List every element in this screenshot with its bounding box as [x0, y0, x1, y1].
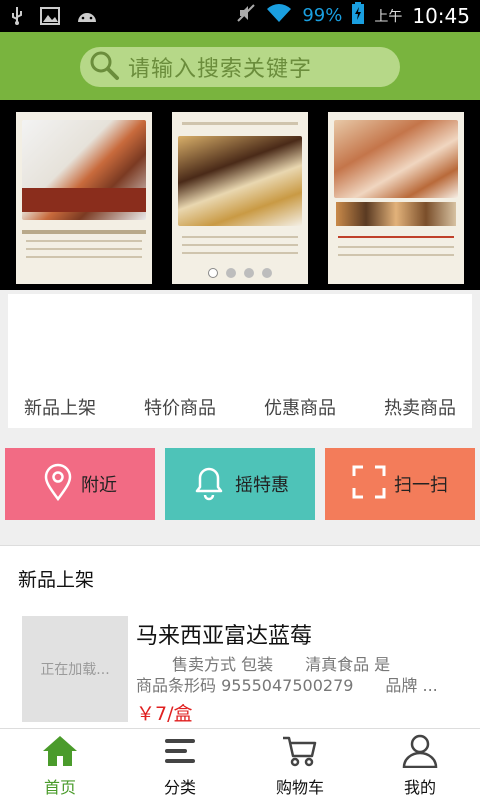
battery-icon	[352, 2, 365, 29]
nav-category-label: 分类	[163, 778, 196, 797]
status-bar: 99% 上午 10:45	[0, 0, 480, 32]
carousel-dot[interactable]	[244, 268, 254, 278]
category-special[interactable]: 特价商品	[144, 394, 216, 420]
cake-photo	[334, 120, 458, 198]
category-row: 新品上架 特价商品 优惠商品 热卖商品	[0, 394, 480, 420]
cart-icon	[281, 734, 319, 772]
usb-icon	[10, 6, 24, 30]
list-icon	[161, 734, 199, 772]
banner-poster-2[interactable]	[172, 112, 308, 284]
product-barcode-brand: 商品条形码 9555047500279 品牌 ...	[136, 676, 438, 695]
poster-band	[22, 188, 146, 212]
poster-text-line	[26, 256, 142, 258]
category-discount[interactable]: 优惠商品	[264, 394, 336, 420]
banner-poster-3[interactable]	[328, 112, 464, 284]
nav-home-label: 首页	[43, 778, 76, 797]
mute-icon	[236, 3, 256, 28]
scan-icon	[352, 465, 386, 504]
category-new[interactable]: 新品上架	[24, 394, 96, 420]
nearby-button[interactable]: 附近	[5, 448, 155, 520]
poster-text-line	[182, 236, 298, 238]
nav-category[interactable]: 分类	[120, 734, 240, 798]
loading-text: 正在加载...	[40, 662, 110, 678]
nav-mine[interactable]: 我的	[360, 734, 480, 798]
shake-deals-button[interactable]: 摇特惠	[165, 448, 315, 520]
dessert-photo	[178, 136, 302, 226]
banner-poster-1[interactable]	[16, 112, 152, 284]
wifi-icon	[266, 3, 292, 28]
carousel-dot[interactable]	[262, 268, 272, 278]
battery-percent: 99%	[302, 5, 343, 26]
product-title[interactable]: 马来西亚富达蓝莓	[136, 618, 312, 650]
poster-text-line	[182, 252, 298, 254]
poster-title-line	[182, 122, 298, 125]
search-placeholder: 请输入搜索关键字	[128, 57, 313, 82]
scan-label: 扫一扫	[394, 475, 448, 496]
shake-deals-label: 摇特惠	[235, 475, 289, 496]
search-icon	[80, 49, 120, 85]
poster-text-line	[26, 248, 142, 250]
poster-text-line	[338, 246, 454, 248]
poster-red-text	[338, 236, 454, 238]
poster-caption	[22, 230, 146, 234]
carousel-dot[interactable]	[208, 268, 218, 278]
user-icon	[401, 734, 439, 772]
section-title: 新品上架	[18, 569, 95, 591]
clock: 10:45	[412, 3, 470, 28]
poster-text-line	[26, 240, 142, 242]
carousel-dot[interactable]	[226, 268, 236, 278]
gallery-icon	[40, 7, 60, 29]
poster-text-line	[338, 254, 454, 256]
product-thumbnail[interactable]: 正在加载...	[22, 616, 128, 722]
bell-icon	[191, 463, 227, 506]
carousel-indicator	[0, 268, 480, 278]
nav-cart-label: 购物车	[275, 778, 324, 797]
nav-cart[interactable]: 购物车	[240, 734, 360, 798]
android-icon	[76, 8, 98, 28]
scan-button[interactable]: 扫一扫	[325, 448, 475, 520]
home-icon	[41, 734, 79, 772]
am-pm-label: 上午	[374, 8, 403, 25]
poster-text-line	[182, 244, 298, 246]
location-pin-icon	[43, 463, 73, 506]
category-hot[interactable]: 热卖商品	[384, 394, 456, 420]
product-price: ￥7/盒	[136, 703, 193, 725]
nav-home[interactable]: 首页	[0, 734, 120, 798]
search-input[interactable]: 请输入搜索关键字	[80, 47, 400, 87]
nearby-label: 附近	[81, 475, 117, 496]
thumbnail-strip	[336, 202, 456, 226]
nav-mine-label: 我的	[403, 778, 436, 797]
